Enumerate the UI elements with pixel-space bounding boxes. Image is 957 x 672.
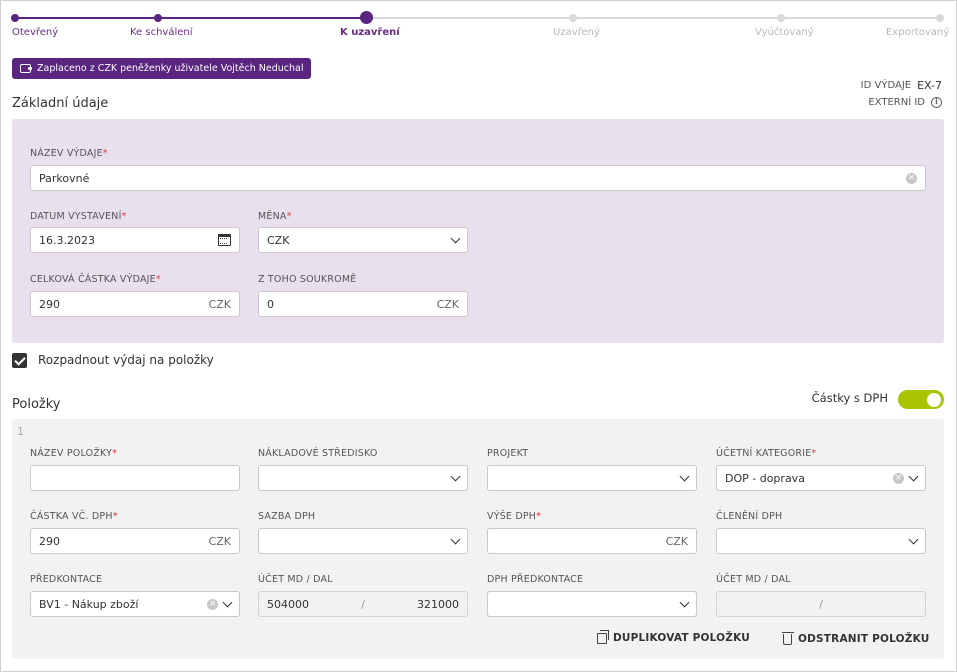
step-closed[interactable]: Uzavřený (553, 27, 600, 38)
step-approval[interactable]: Ke schválení (130, 27, 193, 38)
expense-id-row: ID VÝDAJE EX-7 (861, 79, 942, 92)
split-expense-label[interactable]: Rozpadnout výdaj na položky (38, 353, 214, 367)
expense-id-label: ID VÝDAJE (860, 80, 912, 91)
precontact-label: PŘEDKONTACE (30, 574, 103, 585)
clear-icon[interactable]: × (207, 598, 218, 610)
item-name-label: NÁZEV POLOŽKY* (30, 448, 118, 459)
item-number: 1 (17, 425, 24, 438)
step-exported[interactable]: Exportovaný (886, 27, 949, 38)
step-dot-settled (777, 14, 785, 22)
precontact-select[interactable]: BV1 - Nákup zboží × (30, 591, 240, 617)
chevron-down-icon (450, 233, 461, 243)
chevron-down-icon (450, 534, 461, 544)
total-amount-label: CELKOVÁ ČÁSTKA VÝDAJE* (30, 274, 161, 285)
private-amount-input[interactable]: 0 CZK (258, 291, 468, 317)
chevron-down-icon (679, 597, 690, 607)
copy-icon (597, 629, 609, 644)
chevron-down-icon (908, 471, 919, 481)
step-closing[interactable]: K uzavření (340, 27, 400, 38)
step-dot-open (11, 14, 19, 22)
chevron-down-icon (908, 534, 919, 544)
step-dot-closed (569, 14, 577, 22)
step-dot-exported (936, 14, 944, 22)
trash-icon (781, 631, 794, 645)
wallet-icon (20, 64, 32, 73)
basic-section-title: Základní údaje (12, 96, 109, 111)
paid-from-wallet-badge[interactable]: Zaplaceno z CZK peněženky uživatele Vojt… (12, 58, 312, 79)
project-select[interactable] (487, 465, 697, 491)
external-id-row: EXTERNÍ ID i (868, 97, 942, 108)
issue-date-input[interactable]: 16.3.2023 (30, 227, 240, 253)
vat-amount-label: VÝŠE DPH* (487, 511, 542, 522)
split-expense-checkbox[interactable] (12, 353, 27, 368)
cost-center-label: NÁKLADOVÉ STŘEDISKO (258, 448, 378, 459)
stepper-line-todo (367, 17, 941, 19)
issue-date-label: DATUM VYSTAVENÍ* (30, 211, 127, 222)
chevron-down-icon (450, 471, 461, 481)
vat-precontact-select[interactable] (487, 591, 697, 617)
vat-account-md-dal-label: ÚČET MD / DAL (716, 574, 791, 585)
stepper-line-done (15, 17, 367, 19)
vat-amount-input[interactable]: CZK (487, 528, 697, 554)
items-section-title: Položky (12, 397, 61, 412)
paid-badge-label: Zaplaceno z CZK peněženky uživatele Vojt… (37, 63, 304, 74)
duplicate-item-label: DUPLIKOVAT POLOŽKU (613, 632, 750, 644)
duplicate-item-button[interactable]: DUPLIKOVAT POLOŽKU (597, 629, 750, 644)
vat-split-select[interactable] (716, 528, 926, 554)
account-md-value: 504000 (267, 597, 309, 611)
step-settled[interactable]: Vyúčtovaný (755, 27, 814, 38)
currency-suffix: CZK (208, 297, 231, 311)
external-id-label: EXTERNÍ ID (868, 97, 925, 108)
clear-icon[interactable]: × (906, 172, 917, 184)
currency-label: MĚNA* (258, 211, 292, 222)
amount-incl-vat-label: ČÁSTKA VČ. DPH* (30, 511, 118, 522)
vat-rate-select[interactable] (258, 528, 468, 554)
vat-account-md-dal-field: / (716, 591, 926, 617)
vat-split-label: ČLENĚNÍ DPH (716, 511, 783, 522)
step-dot-approval (154, 14, 162, 22)
amount-incl-vat-input[interactable]: 290 CZK (30, 528, 240, 554)
project-label: PROJEKT (487, 448, 529, 459)
expense-name-input[interactable]: Parkovné × (30, 165, 926, 191)
expense-detail-window: Otevřený Ke schválení K uzavření Uzavřen… (0, 0, 957, 672)
expense-id-value: EX-7 (917, 79, 942, 92)
calendar-icon[interactable] (218, 234, 231, 246)
step-dot-closing (360, 11, 373, 24)
vat-precontact-label: DPH PŘEDKONTACE (487, 574, 584, 585)
account-md-dal-field: 504000 / 321000 (258, 591, 468, 617)
status-stepper: Otevřený Ke schválení K uzavření Uzavřen… (1, 1, 957, 51)
step-open[interactable]: Otevřený (12, 27, 58, 38)
vat-account-separator: / (819, 597, 823, 611)
accounting-category-select[interactable]: DOP - doprava × (716, 465, 926, 491)
chevron-down-icon (222, 597, 233, 607)
account-dal-value: 321000 (417, 597, 459, 611)
info-icon[interactable]: i (931, 97, 942, 108)
account-separator: / (361, 597, 365, 611)
remove-item-button[interactable]: ODSTRANIT POLOŽKU (781, 631, 930, 645)
currency-suffix: CZK (436, 297, 459, 311)
vat-toggle-label: Částky s DPH (811, 391, 888, 405)
private-amount-label: Z TOHO SOUKROMĚ (258, 274, 357, 285)
item-name-input[interactable] (30, 465, 240, 491)
vat-rate-label: SAZBA DPH (258, 511, 316, 522)
vat-amounts-toggle[interactable] (898, 390, 944, 409)
currency-suffix: CZK (208, 534, 231, 548)
chevron-down-icon (679, 471, 690, 481)
cost-center-select[interactable] (258, 465, 468, 491)
total-amount-input[interactable]: 290 CZK (30, 291, 240, 317)
currency-suffix: CZK (665, 534, 688, 548)
clear-icon[interactable]: × (893, 472, 904, 484)
accounting-category-label: ÚČETNÍ KATEGORIE* (716, 448, 817, 459)
account-md-dal-label: ÚČET MD / DAL (258, 574, 333, 585)
expense-name-label: NÁZEV VÝDAJE* (30, 148, 108, 159)
currency-select[interactable]: CZK (258, 227, 468, 253)
remove-item-label: ODSTRANIT POLOŽKU (798, 632, 930, 645)
